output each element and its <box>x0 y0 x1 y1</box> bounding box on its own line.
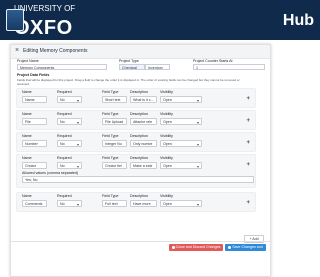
site-header: UNIVERSITY OF OXFO Hub <box>0 0 320 40</box>
field-required-select[interactable]: No ▾ <box>57 96 82 103</box>
field-visibility-select[interactable]: Open ▾ <box>160 200 202 207</box>
chevron-down-icon: ▾ <box>76 164 79 169</box>
field-row[interactable]: Name Required Field Type Description Vis… <box>16 88 256 108</box>
field-desc-label: Description <box>130 90 148 94</box>
field-name-label: Name <box>22 194 32 198</box>
field-name-input[interactable]: Number <box>22 140 47 147</box>
field-type-label: Field Type <box>102 112 119 116</box>
field-type-select[interactable]: Choice fiel <box>102 162 127 169</box>
field-required-label: Required <box>57 134 72 138</box>
field-type-label: Field Type <box>102 134 119 138</box>
chevron-down-icon: ▾ <box>196 120 199 125</box>
field-type-select[interactable]: File Upload <box>102 118 127 125</box>
field-desc-label: Description <box>130 194 148 198</box>
project-name-label: Project Name <box>17 59 39 63</box>
field-required-select[interactable]: No ▾ <box>57 162 82 169</box>
field-name-label: Name <box>22 90 32 94</box>
field-name-input[interactable]: Comments <box>22 200 47 207</box>
field-desc-label: Description <box>130 112 148 116</box>
chevron-down-icon: ▾ <box>76 98 79 103</box>
field-visibility-label: Visibility <box>160 194 173 198</box>
field-name-input[interactable]: File <box>22 118 47 125</box>
field-visibility-select[interactable]: Open ▾ <box>160 162 202 169</box>
save-button[interactable]: Save Changes and Close <box>225 244 266 256</box>
field-required-label: Required <box>57 90 72 94</box>
project-data-fields-label: Project Data Fields <box>17 73 50 77</box>
crest-icon <box>6 9 24 31</box>
field-visibility-label: Visibility <box>160 90 173 94</box>
project-type-chemical[interactable]: Chemical <box>119 64 145 70</box>
project-name-input[interactable]: Memory Components <box>17 64 107 70</box>
add-icon[interactable]: + <box>246 140 250 146</box>
modal-header: × Editing Memory Components <box>11 45 270 59</box>
project-type-label: Project Type <box>119 59 139 63</box>
footer-divider <box>11 241 270 242</box>
chevron-down-icon: ▾ <box>196 142 199 147</box>
logo <box>0 0 30 40</box>
field-required-label: Required <box>57 156 72 160</box>
field-name-label: Name <box>22 112 32 116</box>
add-icon[interactable]: + <box>246 162 250 168</box>
field-desc-input[interactable]: Make a sele <box>130 162 157 169</box>
chevron-down-icon: ▾ <box>76 142 79 147</box>
field-required-select[interactable]: No ▾ <box>57 118 82 125</box>
field-visibility-select[interactable]: Open ▾ <box>160 96 202 103</box>
field-row[interactable]: Name Required Field Type Description Vis… <box>16 154 256 188</box>
project-type-inventory[interactable]: Inventory <box>145 64 170 70</box>
hub-label: Hub <box>282 12 314 29</box>
field-visibility-select[interactable]: Open ▾ <box>160 118 202 125</box>
field-visibility-label: Visibility <box>160 112 173 116</box>
discard-button[interactable]: Close and Discard Changes <box>169 244 223 251</box>
field-desc-input[interactable]: Attache rele <box>130 118 157 125</box>
field-desc-label: Description <box>130 156 148 160</box>
allowed-values-input[interactable]: Yes, No <box>22 176 254 183</box>
chevron-down-icon: ▾ <box>196 98 199 103</box>
field-type-select[interactable]: Short text <box>102 96 127 103</box>
field-type-label: Field Type <box>102 156 119 160</box>
project-counter-label: Project Counter Starts At <box>193 59 233 63</box>
field-required-label: Required <box>57 112 72 116</box>
project-counter-input[interactable]: 1 <box>193 64 265 70</box>
modal-overlay: × Editing Memory Components Project Name… <box>0 40 320 277</box>
modal-title: Editing Memory Components <box>23 48 88 54</box>
field-name-label: Name <box>22 156 32 160</box>
field-type-label: Field Type <box>102 194 119 198</box>
field-desc-input[interactable]: Have more <box>130 200 157 207</box>
field-required-select[interactable]: No ▾ <box>57 140 82 147</box>
add-icon[interactable]: + <box>246 200 250 206</box>
field-visibility-label: Visibility <box>160 156 173 160</box>
edit-project-modal: × Editing Memory Components Project Name… <box>10 44 271 277</box>
chevron-down-icon: ▾ <box>196 164 199 169</box>
field-type-select[interactable]: Full text <box>102 200 127 207</box>
field-name-input[interactable]: Choice <box>22 162 47 169</box>
save-icon <box>228 245 232 249</box>
add-icon[interactable]: + <box>246 118 250 124</box>
field-type-label: Field Type <box>102 90 119 94</box>
field-required-select[interactable]: No ▾ <box>57 200 82 207</box>
field-desc-label: Description <box>130 134 148 138</box>
chevron-down-icon: ▾ <box>196 202 199 207</box>
close-icon[interactable]: × <box>15 47 19 55</box>
field-name-label: Name <box>22 134 32 138</box>
field-name-input[interactable]: Name <box>22 96 47 103</box>
fields-hint: Fields that will be displayed for this p… <box>17 78 240 86</box>
field-type-select[interactable]: Integer Nu <box>102 140 127 147</box>
field-visibility-label: Visibility <box>160 134 173 138</box>
field-desc-input[interactable]: Only numbe <box>130 140 157 147</box>
field-visibility-select[interactable]: Open ▾ <box>160 140 202 147</box>
discard-icon <box>171 245 175 249</box>
allowed-values-label: Allowed values (comma separated) <box>22 171 79 175</box>
field-required-label: Required <box>57 194 72 198</box>
field-desc-input[interactable]: What is it c... <box>130 96 157 103</box>
chevron-down-icon: ▾ <box>76 202 79 207</box>
field-row[interactable]: Name Required Field Type Description Vis… <box>16 132 256 152</box>
field-row[interactable]: Name Required Field Type Description Vis… <box>16 192 256 212</box>
chevron-down-icon: ▾ <box>76 120 79 125</box>
add-icon[interactable]: + <box>246 96 250 102</box>
field-row[interactable]: Name Required Field Type Description Vis… <box>16 110 256 130</box>
